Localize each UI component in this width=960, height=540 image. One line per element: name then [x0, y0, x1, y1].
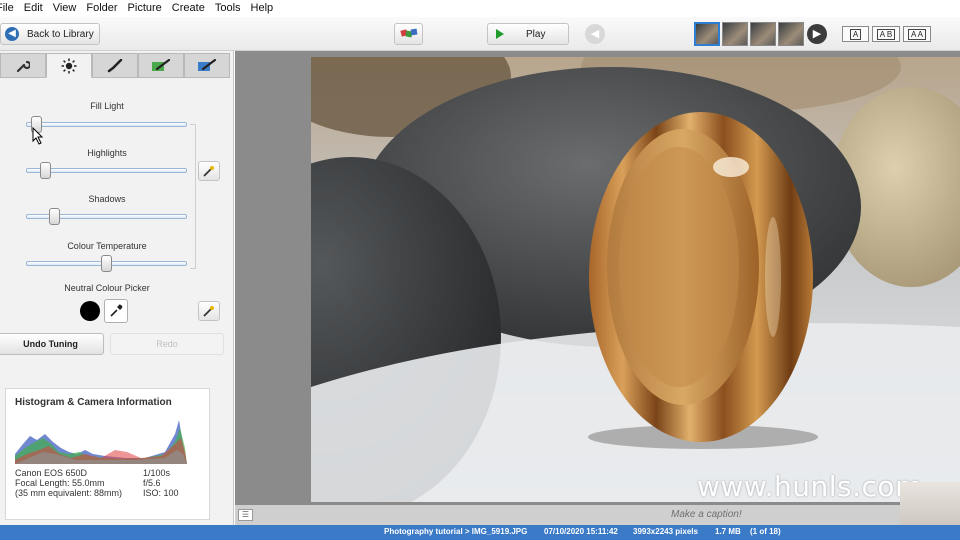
photo-image[interactable] — [311, 57, 960, 502]
compare-view-label: A B — [876, 28, 896, 40]
side-by-side-view-label: A A — [907, 28, 926, 40]
back-to-library-button[interactable]: ◀ Back to Library — [0, 23, 100, 45]
thumbnail[interactable] — [778, 22, 804, 46]
menu-bar: File Edit View Folder Picture Create Too… — [0, 0, 960, 17]
thumbnail-strip — [694, 22, 804, 46]
neutral-colour-swatch — [80, 301, 100, 321]
slider-knob[interactable] — [101, 255, 112, 272]
menu-create[interactable]: Create — [167, 0, 210, 17]
histogram-title: Histogram & Camera Information — [15, 397, 172, 408]
collage-icon — [399, 28, 417, 38]
arrow-left-icon: ◀ — [590, 28, 600, 40]
brush-blue-icon — [198, 58, 217, 71]
slider-knob[interactable] — [40, 162, 51, 179]
play-slideshow-button[interactable]: Play — [487, 23, 569, 45]
status-dimensions: 3993x2243 pixels — [633, 527, 698, 536]
slider-knob[interactable] — [49, 208, 60, 225]
watermark-text: www.hunls.com — [697, 470, 923, 503]
caption-toggle-icon[interactable]: ☰ — [238, 509, 253, 521]
iso: ISO: 100 — [143, 488, 179, 498]
colour-temperature-label: Colour Temperature — [67, 241, 147, 251]
focal-length: Focal Length: 55.0mm — [15, 478, 105, 488]
collage-button[interactable] — [394, 23, 423, 45]
thumbnail[interactable] — [750, 22, 776, 46]
aperture: f/5.6 — [143, 478, 161, 488]
status-file-size: 1.7 MB — [715, 527, 741, 536]
fill-light-slider[interactable] — [26, 116, 187, 133]
tab-effects[interactable] — [92, 53, 138, 78]
menu-picture[interactable]: Picture — [123, 0, 167, 17]
edit-tabs — [0, 53, 230, 78]
menu-file[interactable]: File — [0, 0, 19, 17]
single-view-button[interactable]: A — [842, 26, 869, 42]
arrow-left-icon: ◀ — [5, 27, 19, 41]
histogram-chart — [15, 420, 187, 464]
caption-bar: ☰ Make a caption! — [235, 505, 960, 525]
menu-folder[interactable]: Folder — [81, 0, 122, 17]
histogram-camera-info-panel: Histogram & Camera Information Canon EOS… — [5, 388, 210, 520]
focal-length-equivalent: (35 mm equivalent: 88mm) — [15, 488, 123, 498]
edit-panel: Fill Light Highlights Shadows Colour Tem… — [0, 51, 234, 525]
redo-button[interactable]: Redo — [110, 333, 224, 355]
status-position: (1 of 18) — [750, 527, 781, 536]
previous-photo-button[interactable]: ◀ — [585, 24, 605, 44]
highlights-slider[interactable] — [26, 162, 187, 179]
brush-icon — [107, 58, 123, 72]
tab-tuning[interactable] — [46, 53, 92, 78]
magic-wand-icon — [203, 166, 214, 177]
menu-tools[interactable]: Tools — [210, 0, 246, 17]
eyedropper-icon — [110, 304, 123, 317]
fill-light-label: Fill Light — [90, 101, 124, 111]
colour-temperature-slider[interactable] — [26, 255, 187, 272]
shutter-speed: 1/100s — [143, 468, 171, 478]
single-view-label: A — [849, 28, 862, 40]
undo-tuning-button[interactable]: Undo Tuning — [0, 333, 104, 355]
menu-edit[interactable]: Edit — [19, 0, 48, 17]
ring-photo — [311, 57, 960, 502]
status-datetime: 07/10/2020 15:11:42 — [544, 527, 618, 536]
sun-icon — [61, 58, 77, 73]
tab-effects-3[interactable] — [184, 53, 230, 78]
arrow-right-icon: ▶ — [812, 28, 822, 40]
mouse-cursor-icon — [32, 127, 44, 145]
compare-view-button[interactable]: A B — [872, 26, 900, 42]
eyedropper-button[interactable] — [104, 299, 128, 323]
play-label: Play — [526, 28, 546, 40]
thumbnail[interactable] — [722, 22, 748, 46]
menu-view[interactable]: View — [48, 0, 82, 17]
menu-help[interactable]: Help — [246, 0, 279, 17]
status-path: Photography tutorial > IMG_5919.JPG — [384, 527, 528, 536]
caption-input[interactable]: Make a caption! — [671, 509, 742, 520]
slider-track — [26, 122, 187, 127]
status-bar: Photography tutorial > IMG_5919.JPG 07/1… — [0, 525, 960, 540]
shadows-slider[interactable] — [26, 208, 187, 225]
photo-viewer: ☰ Make a caption! — [235, 51, 960, 525]
side-by-side-view-button[interactable]: A A — [903, 26, 931, 42]
tab-basic-fixes[interactable] — [0, 53, 46, 78]
wrench-icon — [16, 60, 30, 72]
view-mode-buttons: A A B A A — [842, 26, 931, 42]
camera-model: Canon EOS 650D — [15, 468, 88, 478]
auto-colour-button[interactable] — [198, 301, 220, 321]
neutral-colour-picker-label: Neutral Colour Picker — [64, 283, 150, 293]
magic-wand-icon — [203, 306, 214, 317]
thumbnail[interactable] — [694, 22, 720, 46]
tab-effects-2[interactable] — [138, 53, 184, 78]
brush-green-icon — [152, 58, 171, 71]
highlights-label: Highlights — [87, 148, 127, 158]
auto-contrast-button[interactable] — [198, 161, 220, 181]
back-to-library-label: Back to Library — [27, 28, 94, 40]
shadows-label: Shadows — [88, 194, 126, 204]
play-icon — [496, 29, 504, 39]
toolbar: ◀ Back to Library Play ◀ ▶ A A B A A — [0, 17, 960, 51]
next-photo-button[interactable]: ▶ — [807, 24, 827, 44]
